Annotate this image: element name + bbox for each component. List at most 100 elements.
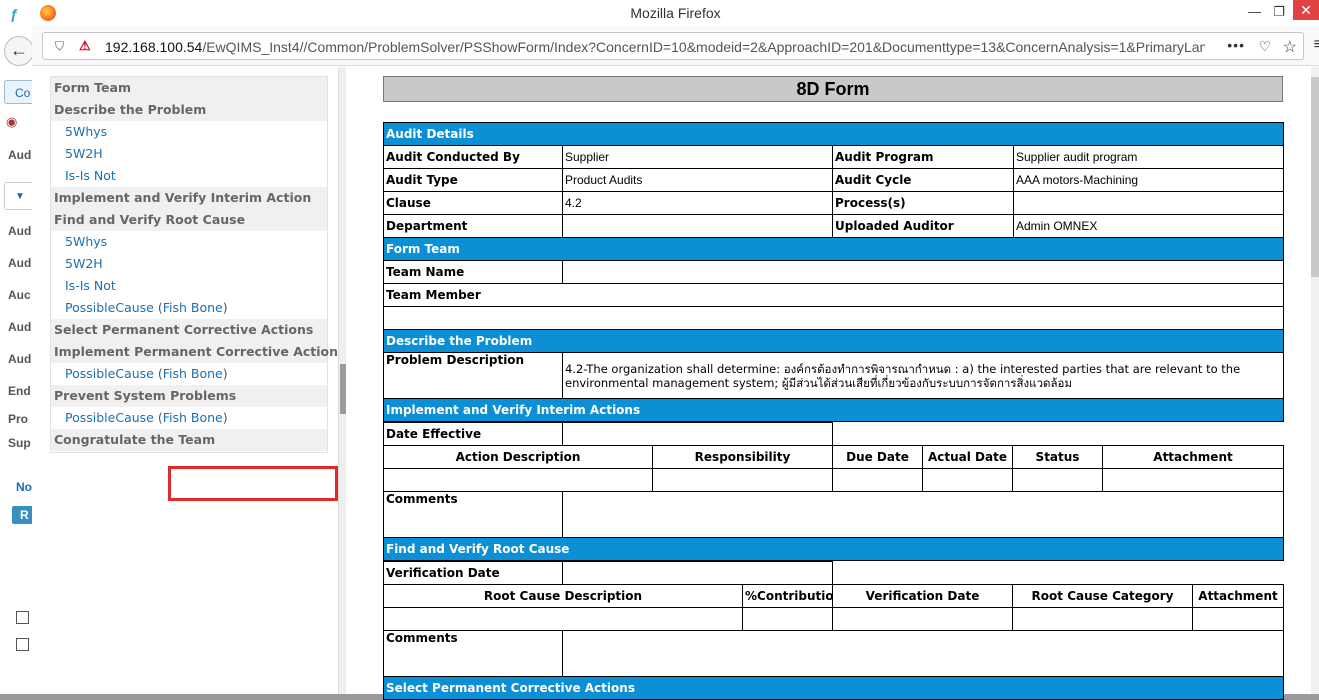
bg-checkbox[interactable] <box>16 611 29 624</box>
bg-label: Aud <box>8 148 32 162</box>
nav-section[interactable]: Implement and Verify Interim Action <box>51 187 327 209</box>
paren: ) <box>222 366 228 381</box>
table-cell <box>383 468 653 492</box>
field-label: Comments <box>383 491 563 538</box>
nav-link[interactable]: 5W2H <box>51 253 327 275</box>
section-header: Describe the Problem <box>383 329 1284 353</box>
field-label: Date Effective <box>383 422 563 446</box>
url-text[interactable]: 192.168.100.54/EwQIMS_Inst4//Common/Prob… <box>105 39 1205 55</box>
column-header: Verification Date <box>832 584 1013 608</box>
field-value: Product Audits <box>562 168 833 192</box>
nav-section[interactable]: Find and Verify Root Cause <box>51 209 327 231</box>
fishbone-link[interactable]: Fish Bone <box>163 366 223 381</box>
nav-item-label: Find and Verify Root Cause <box>54 212 246 227</box>
bg-label: Aud <box>8 224 32 238</box>
table-cell <box>832 607 1013 631</box>
table-cell <box>742 607 833 631</box>
comments-value <box>562 491 1284 538</box>
nav-item-label: Is-Is Not <box>65 168 116 183</box>
field-label: Department <box>383 214 563 238</box>
column-header: Actual Date <box>922 445 1013 469</box>
splitter-scroll-thumb[interactable] <box>340 364 346 414</box>
paren: ( <box>153 300 163 315</box>
nav-item-label: 5W2H <box>65 256 103 271</box>
column-header: %Contribution <box>742 584 833 608</box>
bookmark-star-icon[interactable]: ☆ <box>1283 37 1297 57</box>
nav-link[interactable]: Is-Is Not <box>51 165 327 187</box>
nav-item-label: Implement Permanent Corrective Actions <box>54 344 346 359</box>
nav-section[interactable]: Congratulate the Team <box>51 429 327 451</box>
close-icon[interactable]: ✕ <box>1293 0 1319 20</box>
pane-splitter[interactable] <box>338 67 346 694</box>
field-value <box>562 214 833 238</box>
spacer <box>832 561 1284 585</box>
column-header: Responsibility <box>652 445 833 469</box>
table-cell <box>1192 607 1284 631</box>
nav-bar: ⛉ ⚠ 192.168.100.54/EwQIMS_Inst4//Common/… <box>32 26 1319 66</box>
maximize-icon[interactable]: ❐ <box>1273 4 1285 20</box>
cube-icon[interactable]: ◉ <box>6 114 17 130</box>
field-value <box>562 260 1284 284</box>
nav-section[interactable]: Form Team <box>51 77 327 99</box>
hamburger-menu-icon[interactable]: ≡ <box>1314 36 1319 54</box>
url-bar[interactable]: ⛉ ⚠ 192.168.100.54/EwQIMS_Inst4//Common/… <box>42 32 1304 60</box>
page-content: Form Team Describe the Problem 5Whys 5W2H Is… <box>32 67 1319 700</box>
nav-item-label: PossibleCause <box>65 300 154 315</box>
spacer <box>832 422 1284 446</box>
nav-link[interactable]: PossibleCause (Fish Bone) <box>51 407 327 429</box>
interim-actions-table: Date Effective Action Description Respon… <box>383 422 1284 561</box>
field-value: Admin OMNEX <box>1013 214 1284 238</box>
nav-item-label: Prevent System Problems <box>54 388 237 403</box>
pocket-icon[interactable]: ♡ <box>1258 38 1271 55</box>
nav-link[interactable]: Is-Is Not <box>51 275 327 297</box>
nav-item-label: 5Whys <box>65 234 108 249</box>
insecure-lock-icon[interactable]: ⚠ <box>79 38 91 54</box>
nav-section[interactable]: Implement Permanent Corrective Actions <box>51 341 345 363</box>
paren: ( <box>153 410 163 425</box>
nav-section[interactable]: Select Permanent Corrective Actions <box>51 319 327 341</box>
nav-item-label: Describe the Problem <box>54 102 207 117</box>
section-header: Audit Details <box>383 122 1284 146</box>
page-actions-icon[interactable]: ••• <box>1227 37 1245 53</box>
page-scrollbar[interactable] <box>1311 67 1319 694</box>
shield-icon[interactable]: ⛉ <box>55 39 64 54</box>
section-header: Find and Verify Root Cause <box>383 537 1284 561</box>
window-title: Mozilla Firefox <box>630 5 721 21</box>
bg-label: Aud <box>8 352 32 366</box>
problem-solver-nav: Form Team Describe the Problem 5Whys 5W2H Is… <box>50 76 345 453</box>
highlight-box <box>168 466 338 501</box>
nav-link[interactable]: 5Whys <box>51 231 327 253</box>
section-header: Implement and Verify Interim Actions <box>383 398 1284 422</box>
table-cell <box>1012 468 1103 492</box>
fishbone-link[interactable]: Fish Bone <box>163 300 223 315</box>
field-label: Audit Cycle <box>832 168 1014 192</box>
date-effective-value <box>562 422 833 446</box>
table-cell <box>383 607 743 631</box>
nav-section[interactable]: Prevent System Problems <box>51 385 327 407</box>
nav-item-label: Congratulate the Team <box>54 432 216 447</box>
bg-label: Sup <box>8 436 31 450</box>
team-member-value <box>383 306 1284 330</box>
nav-item-label: 5Whys <box>65 124 108 139</box>
nav-link[interactable]: 5Whys <box>51 121 327 143</box>
nav-section[interactable]: Describe the Problem <box>51 99 327 121</box>
nav-link[interactable]: 5W2H <box>51 143 327 165</box>
verification-date-value <box>562 561 833 585</box>
nav-link[interactable]: PossibleCause (Fish Bone) <box>51 297 327 319</box>
fishbone-link[interactable]: Fish Bone <box>163 410 223 425</box>
app-logo: ƒ <box>10 6 19 23</box>
nav-link[interactable]: PossibleCause (Fish Bone) <box>51 363 327 385</box>
paren: ( <box>153 366 163 381</box>
minimize-icon[interactable]: — <box>1248 4 1261 19</box>
page-scroll-thumb[interactable] <box>1311 77 1319 277</box>
column-header: Action Description <box>383 445 653 469</box>
nav-item-label: Select Permanent Corrective Actions <box>54 322 314 337</box>
section-header: Select Permanent Corrective Actions <box>383 676 1284 700</box>
title-bar: Mozilla Firefox — ❐ ✕ <box>32 0 1319 26</box>
bg-checkbox[interactable] <box>16 638 29 651</box>
back-icon[interactable]: ← <box>4 36 34 66</box>
field-label: Audit Conducted By <box>383 145 563 169</box>
paren: ) <box>222 300 228 315</box>
field-label: Uploaded Auditor <box>832 214 1014 238</box>
field-label: Process(s) <box>832 191 1014 215</box>
